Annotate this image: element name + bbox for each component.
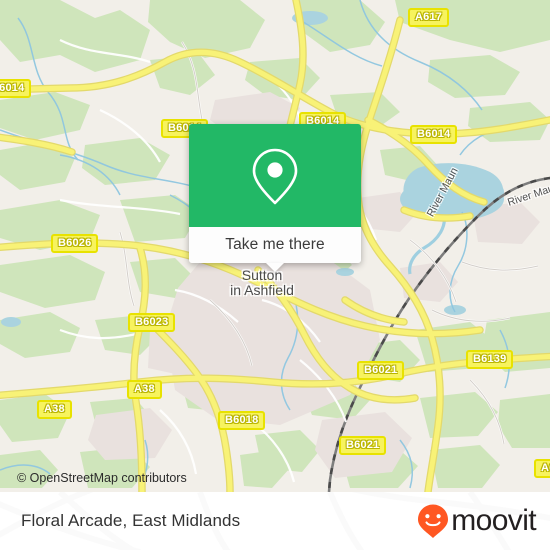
shield-a6-edge: A6 [534, 459, 550, 478]
take-me-there-button[interactable]: Take me there [189, 227, 361, 272]
shield-label: B6018 [225, 414, 259, 426]
shield-label: A617 [415, 11, 443, 23]
shield-b6021-lower: B6021 [339, 436, 387, 455]
shield-label: B6014 [0, 82, 25, 94]
shield-label: B6021 [346, 439, 380, 451]
shield-b6018: B6018 [218, 411, 266, 430]
shield-a38-mid: A38 [127, 380, 162, 399]
shield-b6026: B6026 [51, 234, 99, 253]
shield-label: A6 [541, 462, 550, 474]
shield-label: B6026 [58, 237, 92, 249]
footer-bar: Floral Arcade, East Midlands moovit [0, 492, 550, 550]
shield-label: B6139 [473, 353, 507, 365]
map-pin-icon [252, 148, 298, 204]
shield-a38-left: A38 [37, 400, 72, 419]
moovit-wordmark: moovit [451, 504, 536, 537]
shield-label: B6021 [364, 364, 398, 376]
shield-b6021-upper: B6021 [357, 361, 405, 380]
take-me-there-card[interactable]: Take me there [189, 124, 361, 272]
footer-place-title: Floral Arcade, East Midlands [21, 511, 241, 530]
shield-label: B6014 [417, 128, 451, 140]
card-pointer-tail [266, 263, 284, 272]
shield-label: A38 [134, 383, 155, 395]
shield-label: A38 [44, 403, 65, 415]
osm-attribution[interactable]: © OpenStreetMap contributors [17, 471, 187, 485]
shield-b6014-left-edge: B6014 [0, 79, 32, 98]
moovit-map-screen: A617B6014B6014B6014B6014B6026B6023A38A38… [0, 0, 550, 550]
card-pin-area [189, 124, 361, 227]
moovit-pin-icon [418, 504, 449, 538]
shield-b6139: B6139 [466, 350, 514, 369]
shield-b6014-right: B6014 [410, 125, 458, 144]
shield-b6023: B6023 [128, 313, 176, 332]
take-me-there-label: Take me there [225, 236, 325, 253]
shield-a617: A617 [408, 8, 450, 27]
moovit-logo[interactable]: moovit [416, 503, 537, 539]
shield-label: B6023 [135, 316, 169, 328]
